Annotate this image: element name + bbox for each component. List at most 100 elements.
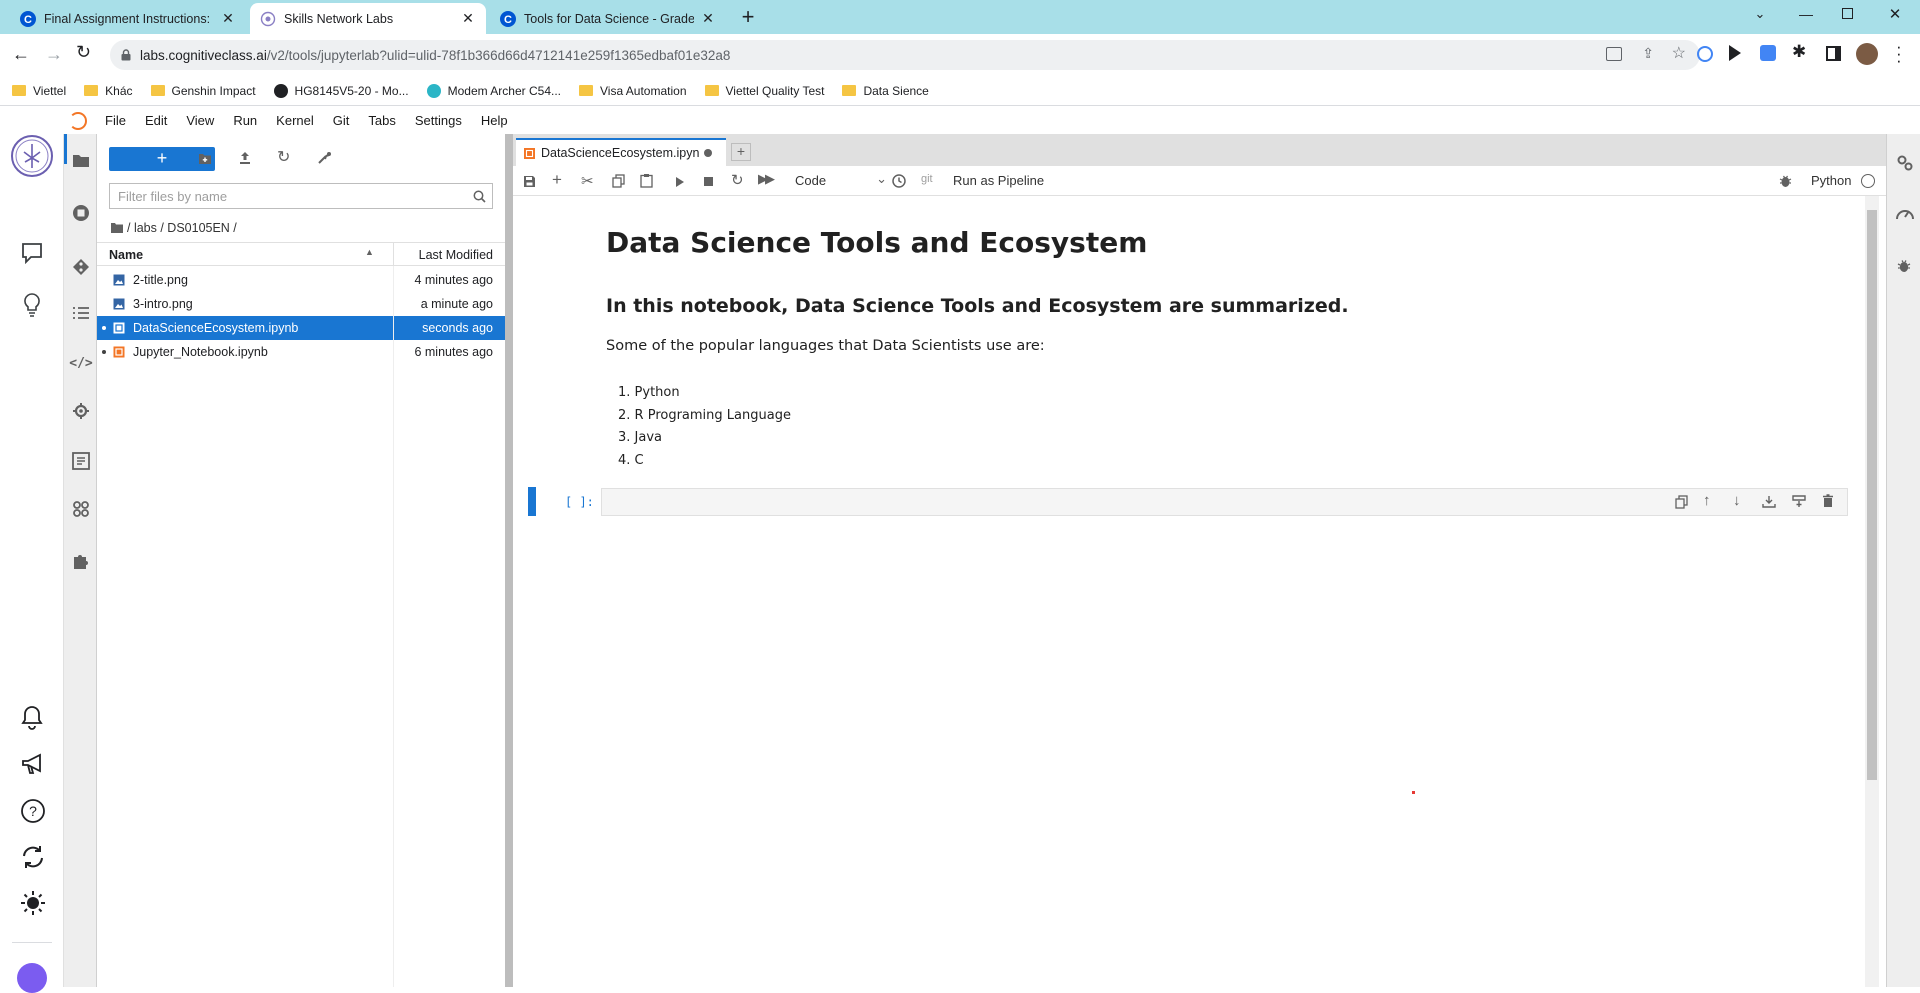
running-kernels-icon[interactable]: [72, 204, 90, 222]
extension-manager-icon[interactable]: [72, 452, 90, 470]
bookmark-item[interactable]: Modem Archer C54...: [426, 83, 561, 98]
new-folder-icon[interactable]: [198, 153, 212, 165]
menu-run[interactable]: Run: [233, 113, 257, 128]
panel-splitter[interactable]: [505, 134, 513, 987]
notebook-tab[interactable]: DataScienceEcosystem.ipyn: [516, 138, 726, 166]
delete-cell-icon[interactable]: [1822, 494, 1834, 508]
unsaved-dot-icon[interactable]: [704, 149, 713, 157]
back-arrow-icon[interactable]: ←: [12, 44, 30, 65]
maximize-window-button[interactable]: [1842, 8, 1853, 19]
file-row-selected[interactable]: DataScienceEcosystem.ipynb seconds ago: [97, 316, 505, 340]
lightbulb-icon[interactable]: [22, 292, 42, 318]
side-panel-icon[interactable]: [1826, 46, 1841, 61]
home-folder-icon[interactable]: [111, 223, 123, 233]
clock-icon[interactable]: [892, 174, 906, 188]
bookmark-item[interactable]: Data Sience: [842, 84, 929, 98]
menu-settings[interactable]: Settings: [415, 113, 462, 128]
forward-arrow-icon[interactable]: →: [45, 44, 63, 65]
menu-view[interactable]: View: [186, 113, 214, 128]
table-of-contents-icon[interactable]: [72, 306, 90, 320]
column-name-header[interactable]: Name: [109, 248, 143, 262]
profile-avatar[interactable]: [1856, 43, 1878, 65]
minimize-window-button[interactable]: —: [1796, 6, 1816, 26]
file-row[interactable]: 3-intro.png a minute ago: [97, 292, 505, 316]
extension-play-icon[interactable]: [1729, 45, 1741, 61]
run-icon[interactable]: [676, 177, 684, 187]
close-icon[interactable]: ✕: [220, 10, 236, 27]
browser-tab-skills-network[interactable]: Skills Network Labs ✕: [250, 3, 486, 34]
skills-network-logo-icon[interactable]: [10, 134, 54, 178]
close-window-button[interactable]: ✕: [1885, 5, 1905, 25]
file-filter-input[interactable]: Filter files by name: [109, 183, 493, 209]
sync-icon[interactable]: [20, 844, 46, 870]
paste-icon[interactable]: [640, 173, 653, 188]
resource-usage-gauge-icon[interactable]: [1895, 204, 1915, 222]
debugger-bug-icon[interactable]: [1779, 174, 1792, 188]
breadcrumb-path[interactable]: / labs / DS0105EN /: [127, 221, 237, 235]
git-icon[interactable]: [72, 258, 90, 276]
folder-icon[interactable]: [72, 154, 90, 168]
help-icon[interactable]: ?: [20, 798, 46, 824]
menu-file[interactable]: File: [105, 113, 126, 128]
code-snippets-icon[interactable]: </>: [69, 354, 93, 372]
restart-icon[interactable]: ↻: [731, 171, 744, 189]
puzzle-icon[interactable]: [72, 552, 90, 570]
upload-icon[interactable]: [238, 151, 252, 165]
menu-kernel[interactable]: Kernel: [276, 113, 314, 128]
bell-icon[interactable]: [20, 704, 44, 730]
move-down-arrow-icon[interactable]: ↓: [1733, 492, 1741, 509]
bookmark-item[interactable]: Viettel Quality Test: [704, 84, 824, 98]
copy-icon[interactable]: [612, 174, 625, 188]
insert-above-icon[interactable]: [1762, 495, 1776, 508]
menu-tabs[interactable]: Tabs: [368, 113, 395, 128]
user-avatar[interactable]: [17, 963, 47, 993]
git-label[interactable]: git: [921, 173, 933, 185]
google-translate-extension-icon[interactable]: [1760, 45, 1776, 61]
reload-icon[interactable]: ↻: [76, 42, 91, 63]
close-icon[interactable]: ✕: [700, 10, 716, 27]
move-up-arrow-icon[interactable]: ↑: [1703, 492, 1711, 509]
translate-icon[interactable]: [1606, 47, 1622, 61]
debugger-icon[interactable]: [1897, 258, 1911, 273]
refresh-icon[interactable]: ↻: [277, 147, 290, 167]
bookmark-item[interactable]: Genshin Impact: [150, 84, 256, 98]
bookmark-item[interactable]: Viettel: [12, 84, 66, 98]
sort-caret-icon[interactable]: ▲: [365, 247, 374, 257]
column-modified-header[interactable]: Last Modified: [419, 248, 493, 262]
address-bar[interactable]: labs.cognitiveclass.ai/v2/tools/jupyterl…: [110, 40, 1700, 70]
extensions-puzzle-icon[interactable]: ✱: [1792, 42, 1806, 62]
insert-cell-icon[interactable]: +: [552, 170, 562, 190]
save-icon[interactable]: [523, 175, 536, 188]
bookmark-item[interactable]: Khác: [84, 84, 133, 98]
new-tab-button[interactable]: +: [738, 6, 758, 28]
close-icon[interactable]: ✕: [460, 10, 476, 27]
bookmark-item[interactable]: HG8145V5-20 - Mo...: [273, 83, 409, 98]
bookmark-star-icon[interactable]: ☆: [1672, 43, 1686, 63]
share-icon[interactable]: ⇪: [1642, 45, 1654, 62]
new-tab-plus-button[interactable]: +: [731, 143, 751, 161]
cut-icon[interactable]: ✂: [581, 172, 594, 190]
insert-below-icon[interactable]: [1792, 495, 1806, 508]
stop-icon[interactable]: [704, 177, 713, 186]
property-inspector-icon[interactable]: [72, 402, 90, 420]
tab-search-chevron-icon[interactable]: ⌄: [1750, 6, 1770, 26]
run-as-pipeline-button[interactable]: Run as Pipeline: [953, 173, 1044, 188]
extension-circle-icon[interactable]: [1697, 46, 1713, 62]
megaphone-icon[interactable]: [20, 752, 46, 776]
brightness-icon[interactable]: [20, 890, 46, 916]
file-row[interactable]: Jupyter_Notebook.ipynb 6 minutes ago: [97, 340, 505, 364]
browser-tab-tools-for-ds[interactable]: C Tools for Data Science - Grades | ✕: [490, 3, 726, 34]
scrollbar-thumb[interactable]: [1867, 210, 1877, 780]
kernel-name[interactable]: Python: [1811, 173, 1851, 188]
browser-menu-icon[interactable]: · · ·: [1896, 38, 1902, 69]
menu-git[interactable]: Git: [333, 113, 350, 128]
bookmark-item[interactable]: Visa Automation: [579, 84, 687, 98]
git-clone-icon[interactable]: [317, 151, 333, 165]
property-inspector-gears-icon[interactable]: [1896, 154, 1914, 172]
duplicate-cell-icon[interactable]: [1675, 495, 1688, 509]
menu-edit[interactable]: Edit: [145, 113, 167, 128]
components-icon[interactable]: [72, 500, 90, 518]
code-cell-input[interactable]: [601, 488, 1848, 516]
chat-icon[interactable]: [20, 242, 44, 264]
cell-type-select[interactable]: Code ⌄: [795, 171, 887, 188]
